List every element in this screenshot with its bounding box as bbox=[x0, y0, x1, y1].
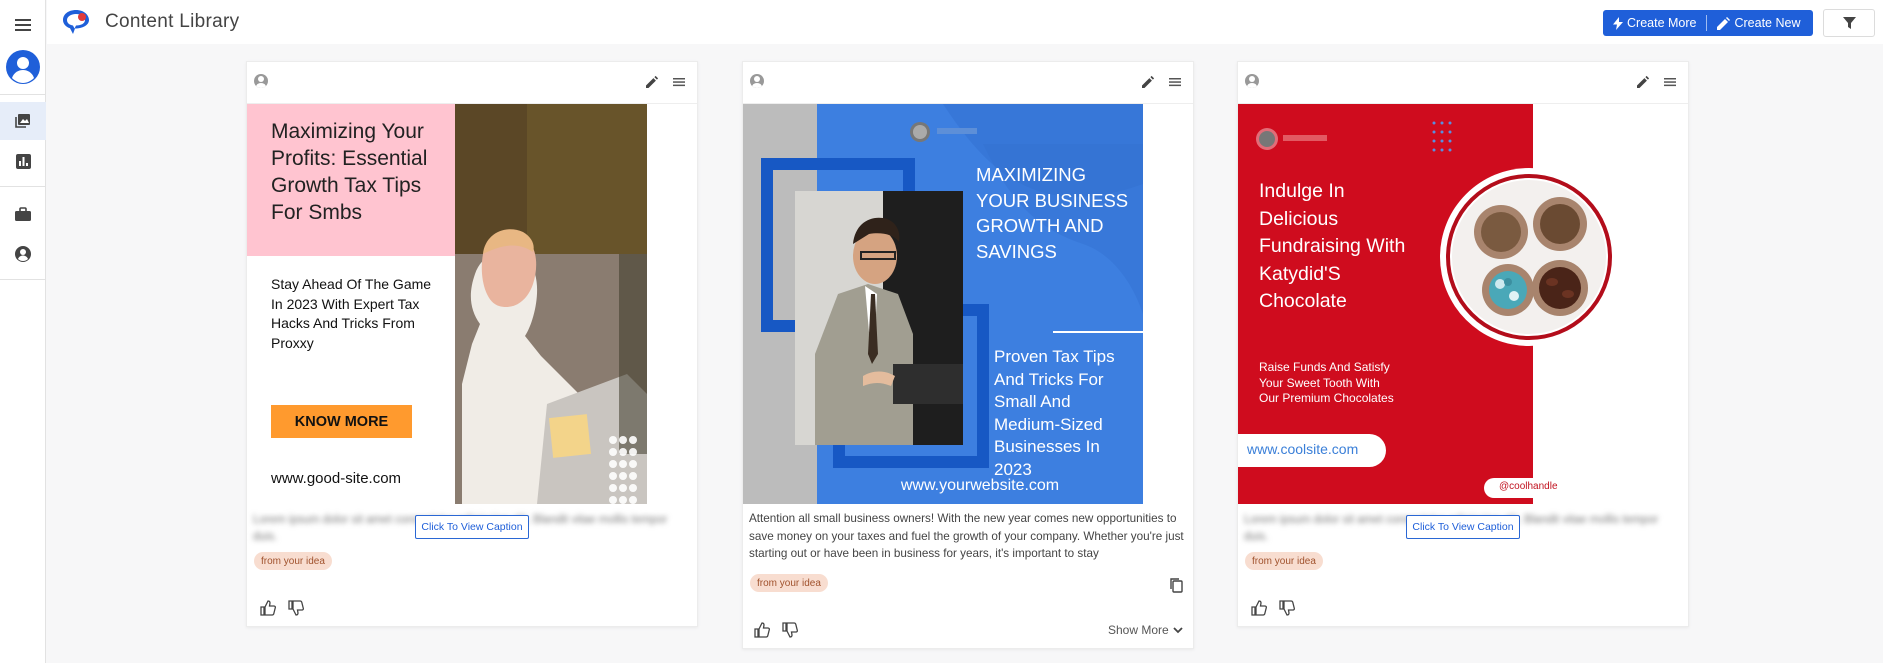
idea-tag: from your idea bbox=[1245, 552, 1323, 570]
edit-icon[interactable] bbox=[644, 74, 660, 90]
edit-icon[interactable] bbox=[1140, 74, 1156, 90]
view-caption-button[interactable]: Click To View Caption bbox=[1406, 515, 1520, 539]
edit-icon[interactable] bbox=[1635, 74, 1651, 90]
pencil-icon bbox=[1717, 16, 1731, 30]
author-avatar bbox=[1245, 74, 1259, 88]
app-logo bbox=[63, 10, 89, 34]
poster-subheadline: Raise Funds And Satisfy Your Sweet Tooth… bbox=[1259, 360, 1394, 405]
sidebar-item-account[interactable] bbox=[0, 243, 46, 265]
poster-headline: Indulge In Delicious Fundraising With Ka… bbox=[1259, 180, 1406, 312]
show-more-label: Show More bbox=[1108, 623, 1169, 637]
poster-url: www.good-site.com bbox=[271, 470, 402, 487]
thumbs-down-icon[interactable] bbox=[288, 600, 304, 616]
poster-url: www.yourwebsite.com bbox=[900, 477, 1060, 494]
idea-tag: from your idea bbox=[254, 552, 332, 570]
more-menu-icon[interactable] bbox=[1167, 74, 1183, 90]
more-menu-icon[interactable] bbox=[671, 74, 687, 90]
content-card: Maximizing Your Profits: Essential Growt… bbox=[246, 61, 698, 627]
content-card: MAXIMIZING YOUR BUSINESS GROWTH AND SAVI… bbox=[742, 61, 1194, 649]
analytics-icon bbox=[15, 153, 31, 169]
create-more-button[interactable]: Create More bbox=[1603, 10, 1706, 36]
account-circle-icon bbox=[15, 246, 31, 262]
create-more-label: Create More bbox=[1627, 16, 1697, 30]
poster-subheadline: Stay Ahead Of The Game In 2023 With Expe… bbox=[271, 276, 432, 351]
poster-image[interactable]: Indulge In Delicious Fundraising With Ka… bbox=[1238, 104, 1688, 504]
chevron-down-icon bbox=[1173, 626, 1183, 633]
poster-headline: Maximizing Your Profits: Essential Growt… bbox=[271, 120, 428, 224]
filter-icon bbox=[1842, 17, 1856, 29]
thumbs-up-icon[interactable] bbox=[1251, 600, 1267, 616]
thumbs-up-icon[interactable] bbox=[260, 600, 276, 616]
idea-tag: from your idea bbox=[750, 574, 828, 592]
view-caption-button[interactable]: Click To View Caption bbox=[415, 515, 529, 539]
more-menu-icon[interactable] bbox=[1662, 74, 1678, 90]
author-avatar bbox=[750, 74, 764, 88]
thumbs-down-icon[interactable] bbox=[1279, 600, 1295, 616]
poster-cta: KNOW MORE bbox=[294, 413, 389, 430]
show-more-button[interactable]: Show More bbox=[1108, 623, 1183, 637]
thumbs-down-icon[interactable] bbox=[782, 622, 798, 638]
create-new-button[interactable]: Create New bbox=[1707, 10, 1810, 36]
photo-library-icon bbox=[15, 114, 30, 128]
page-title: Content Library bbox=[105, 11, 240, 32]
bolt-icon bbox=[1613, 16, 1623, 30]
sidebar-item-library[interactable] bbox=[0, 102, 46, 140]
menu-icon[interactable] bbox=[0, 14, 46, 36]
sidebar-item-briefcase[interactable] bbox=[0, 203, 46, 225]
briefcase-icon bbox=[15, 206, 31, 221]
poster-image[interactable]: MAXIMIZING YOUR BUSINESS GROWTH AND SAVI… bbox=[743, 104, 1143, 504]
poster-headline: MAXIMIZING YOUR BUSINESS GROWTH AND SAVI… bbox=[976, 164, 1129, 262]
poster-handle: @coolhandle bbox=[1499, 481, 1558, 492]
caption-text: Attention all small business owners! Wit… bbox=[749, 512, 1184, 560]
content-card: Indulge In Delicious Fundraising With Ka… bbox=[1237, 61, 1689, 627]
create-new-label: Create New bbox=[1734, 16, 1801, 30]
author-avatar bbox=[254, 74, 268, 88]
sidebar bbox=[0, 0, 46, 663]
create-button-group: Create More Create New bbox=[1603, 10, 1813, 36]
poster-image[interactable]: Maximizing Your Profits: Essential Growt… bbox=[247, 104, 647, 504]
user-avatar-icon[interactable] bbox=[0, 49, 46, 85]
thumbs-up-icon[interactable] bbox=[754, 622, 770, 638]
poster-subheadline: Proven Tax Tips And Tricks For Small And… bbox=[994, 347, 1115, 479]
poster-url: www.coolsite.com bbox=[1247, 441, 1359, 457]
top-bar: Content Library Create More Create New bbox=[47, 0, 1883, 44]
filter-button[interactable] bbox=[1823, 9, 1875, 37]
sidebar-item-analytics[interactable] bbox=[0, 150, 46, 172]
copy-icon[interactable] bbox=[1168, 577, 1184, 593]
